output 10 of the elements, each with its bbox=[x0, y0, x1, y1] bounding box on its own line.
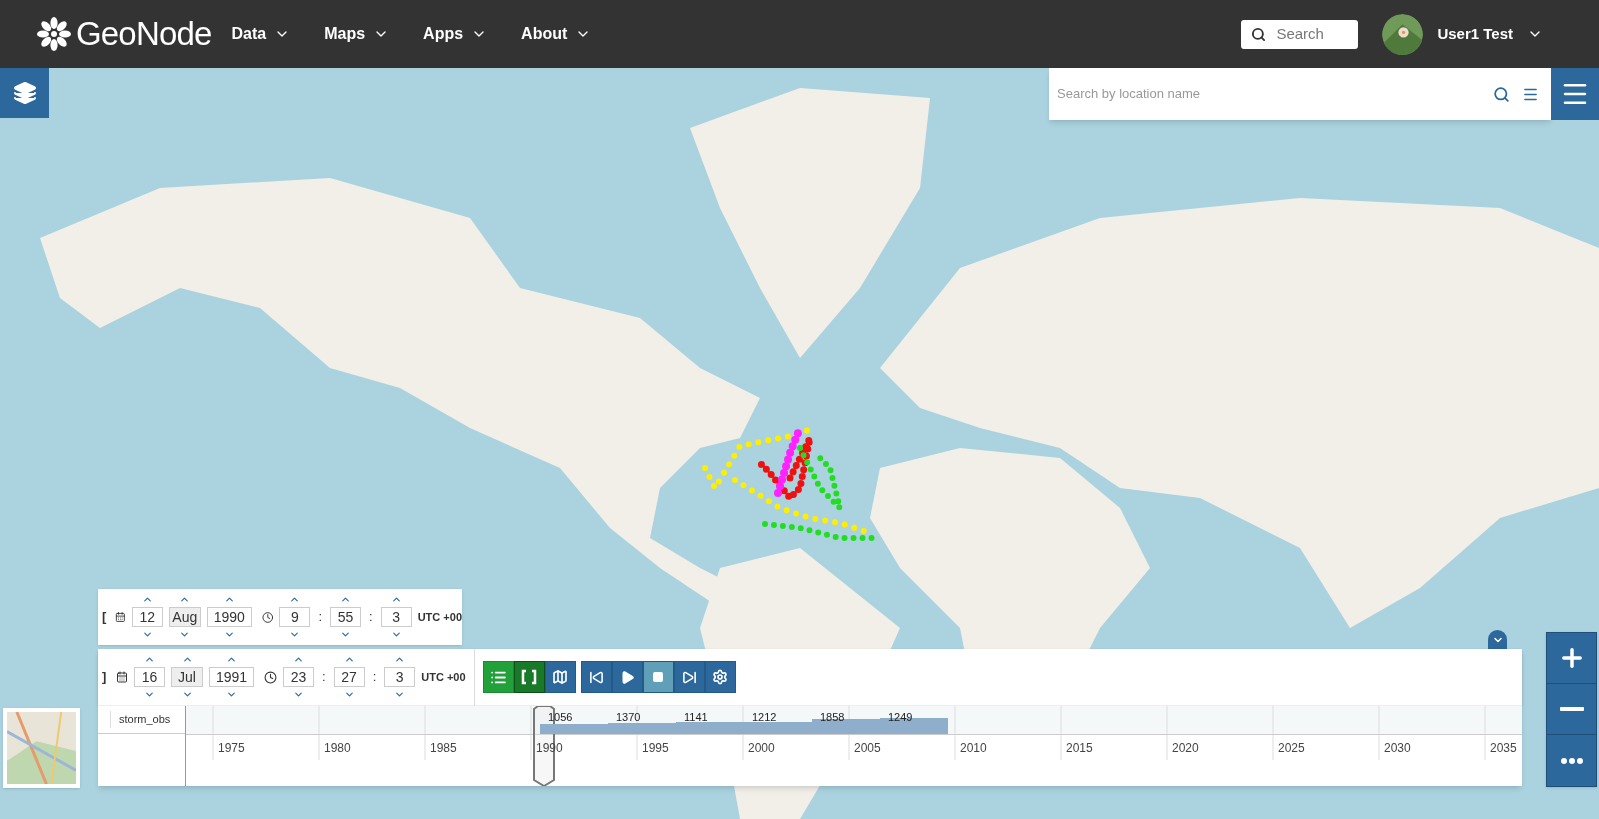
user-menu[interactable]: User1 Test bbox=[1437, 22, 1543, 46]
nav-menu[interactable]: Data bbox=[231, 22, 291, 46]
nav-menu[interactable]: About bbox=[521, 22, 592, 46]
search-input[interactable]: Search bbox=[1276, 22, 1347, 46]
nav-menu[interactable]: Apps bbox=[423, 22, 488, 46]
flower-logo-icon bbox=[36, 16, 72, 52]
logo-text[interactable]: GeoNode bbox=[76, 9, 212, 59]
search-field[interactable]: Search bbox=[1241, 19, 1359, 49]
search-icon bbox=[1251, 26, 1267, 42]
nav-menu[interactable]: Maps bbox=[324, 22, 390, 46]
